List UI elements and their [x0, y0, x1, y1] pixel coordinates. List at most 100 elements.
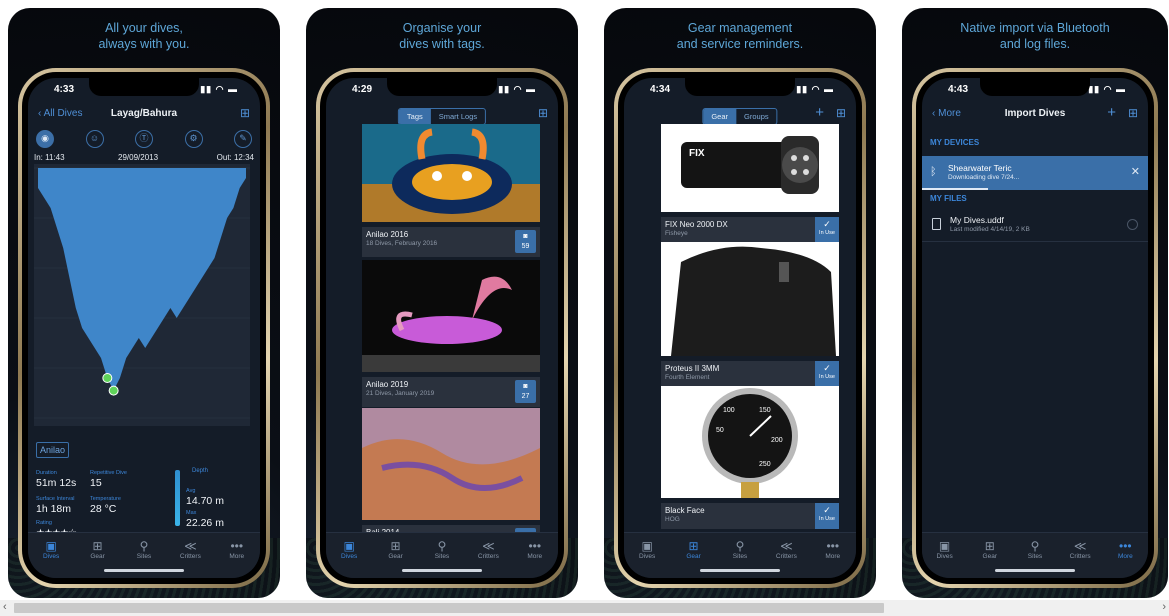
repetitive-stat: Repetitive Dive 15	[90, 470, 127, 489]
dives-icon: ▣	[641, 539, 653, 553]
segment-tags[interactable]: Tags	[398, 109, 431, 124]
pin-icon: ⚲	[735, 539, 745, 553]
home-indicator	[995, 569, 1075, 572]
tab-dives[interactable]: ▣ Dives	[627, 539, 667, 578]
surface-interval-stat: Surface Interval 1h 18m	[36, 496, 75, 515]
devices-section-header: MY DEVICES	[930, 138, 980, 147]
gear-segmented-control: Gear Groups	[702, 108, 778, 125]
tab-gear[interactable]: ⊞ Gear	[970, 539, 1010, 578]
buddy-icon[interactable]: ☺	[85, 130, 104, 148]
share-icon[interactable]: ⊞	[240, 106, 250, 120]
more-icon: •••	[826, 539, 840, 553]
scroll-right-icon[interactable]: ›	[1162, 601, 1166, 613]
download-progress-bar	[922, 188, 988, 190]
grid-icon[interactable]: ⊞	[836, 106, 846, 120]
duration-stat: Duration 51m 12s	[36, 470, 77, 489]
camera-icon: ◙	[523, 233, 528, 240]
segment-smart-logs[interactable]: Smart Logs	[431, 109, 485, 124]
tab-gear[interactable]: ⊞ Gear	[674, 539, 714, 578]
panel-caption: Gear management and service reminders.	[676, 21, 804, 51]
grid-icon[interactable]: ⊞	[538, 106, 548, 120]
panel-caption: Native import via Bluetooth and log file…	[960, 21, 1110, 51]
dive-light-photo: FIX	[661, 124, 839, 212]
coral-photo	[362, 408, 540, 520]
segment-groups[interactable]: Groups	[736, 109, 777, 124]
signal-icon: ▮▮ ◠ ▬	[1088, 84, 1126, 94]
tank-icon[interactable]: Ⓣ	[135, 130, 153, 148]
equipment-icon[interactable]: ⚙	[184, 130, 203, 148]
tab-sites[interactable]: ⚲ Sites	[422, 539, 462, 578]
gear-item[interactable]: FIX FIX Neo 2000 DX Fisheye ✓ In Use	[661, 124, 839, 243]
in-use-badge[interactable]: ✓ In Use	[815, 361, 839, 387]
tab-dives[interactable]: ▣ Dives	[925, 539, 965, 578]
temperature-stat: Temperature 28 °C	[90, 496, 121, 515]
gear-icon: ⊞	[390, 539, 401, 553]
photo-count-badge: ◙ 59	[515, 230, 536, 253]
dives-icon: ▣	[938, 539, 951, 553]
dives-icon: ▣	[45, 539, 57, 553]
home-indicator	[402, 569, 482, 572]
tab-critters[interactable]: ≪ Critters	[170, 539, 210, 578]
tab-gear[interactable]: ⊞ Gear	[376, 539, 416, 578]
tab-critters[interactable]: ≪ Critters	[1060, 539, 1100, 578]
cancel-download-button[interactable]: ✕	[1131, 165, 1140, 178]
avg-depth-stat: Avg 14.70 m	[186, 488, 224, 507]
album-card[interactable]: Anilao 2016 18 Dives, February 2016 ◙ 59	[362, 124, 540, 257]
panel-caption: Organise your dives with tags.	[399, 21, 485, 51]
segment-gear[interactable]: Gear	[703, 109, 737, 124]
tab-dives[interactable]: ▣ Dives	[31, 539, 71, 578]
phone-frame: 4:29 ▮▮ ◠ ▬ Tags Smart Logs ⊞ Anilao 201…	[316, 68, 568, 588]
device-row[interactable]: ᛒ Shearwater Teric Downloading dive 7/24…	[922, 156, 1148, 190]
gear-item[interactable]: Proteus II 3MM Fourth Element ✓ In Use	[661, 242, 839, 387]
tab-sites[interactable]: ⚲ Sites	[124, 539, 164, 578]
in-use-badge[interactable]: ✓ In Use	[815, 217, 839, 243]
tab-more[interactable]: ••• More	[515, 539, 555, 578]
camera-icon: ◙	[523, 383, 528, 390]
tab-sites[interactable]: ⚲ Sites	[720, 539, 760, 578]
album-card[interactable]: Anilao 2019 21 Dives, January 2019 ◙ 27	[362, 260, 540, 407]
signal-icon: ▮▮ ◠ ▬	[498, 84, 536, 94]
nav-bar: Tags Smart Logs ⊞	[326, 104, 558, 126]
scroll-left-icon[interactable]: ‹	[3, 601, 7, 613]
fish-icon: ≪	[184, 539, 197, 553]
pressure-gauge-photo: 100 150 200 250 50	[661, 386, 839, 498]
check-icon: ✓	[823, 219, 831, 229]
tab-more[interactable]: ••• More	[217, 539, 257, 578]
tab-gear[interactable]: ⊞ Gear	[78, 539, 118, 578]
depth-profile-chart[interactable]	[34, 164, 250, 426]
tag-chip[interactable]: Anilao	[36, 442, 70, 458]
scrollbar-thumb[interactable]	[14, 603, 884, 613]
tab-more[interactable]: ••• More	[813, 539, 853, 578]
in-use-badge[interactable]: ✓ In Use	[815, 503, 839, 529]
file-row[interactable]: My Dives.uddf Last modified 4/14/19, 2 K…	[922, 210, 1148, 242]
svg-text:250: 250	[759, 461, 771, 468]
add-icon[interactable]: +	[815, 104, 824, 121]
profile-icon[interactable]: ◉	[36, 130, 54, 148]
max-depth-marker	[108, 385, 119, 396]
files-section-header: MY FILES	[930, 194, 967, 203]
nudibranch-photo	[362, 124, 540, 222]
notes-icon[interactable]: ✎	[234, 130, 252, 148]
fish-icon: ≪	[780, 539, 793, 553]
bluetooth-icon: ᛒ	[930, 166, 937, 178]
tab-dives[interactable]: ▣ Dives	[329, 539, 369, 578]
grid-icon[interactable]: ⊞	[1128, 106, 1138, 120]
screenshot-panel-4: Native import via Bluetooth and log file…	[902, 8, 1168, 598]
horizontal-scrollbar[interactable]: ‹ ›	[0, 600, 1169, 616]
tab-critters[interactable]: ≪ Critters	[468, 539, 508, 578]
nav-bar: ‹ All Dives Layag/Bahura ⊞	[28, 104, 260, 126]
phone-frame: 4:34 ▮▮ ◠ ▬ Gear Groups + ⊞ FIX FIX Neo …	[614, 68, 866, 588]
purple-nudibranch-photo	[362, 260, 540, 372]
tab-more[interactable]: ••• More	[1105, 539, 1145, 578]
file-options-icon[interactable]	[1127, 219, 1138, 230]
gear-icon: ⊞	[984, 539, 995, 553]
gear-item[interactable]: 100 150 200 250 50 Black Face HOG ✓ In Us…	[661, 386, 839, 529]
tab-critters[interactable]: ≪ Critters	[766, 539, 806, 578]
add-icon[interactable]: +	[1107, 104, 1116, 121]
tab-sites[interactable]: ⚲ Sites	[1015, 539, 1055, 578]
gear-icon: ⊞	[688, 539, 699, 553]
tags-segmented-control: Tags Smart Logs	[397, 108, 487, 125]
dive-detail-screen: 4:33 ▮▮ ◠ ▬ ‹ All Dives Layag/Bahura ⊞ ◉…	[28, 78, 260, 578]
more-icon: •••	[1119, 539, 1132, 553]
svg-text:100: 100	[723, 407, 735, 414]
